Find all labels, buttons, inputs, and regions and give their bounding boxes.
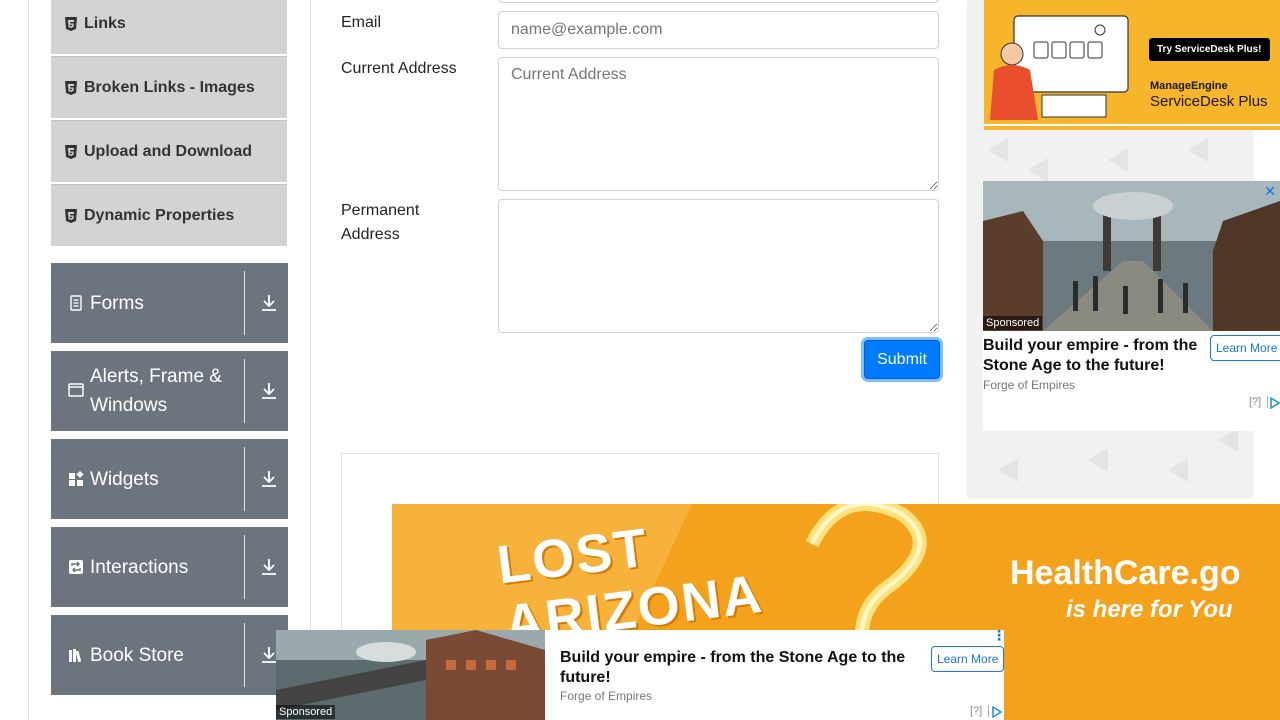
download-icon[interactable] [261,351,277,431]
forge-bottom-ad[interactable]: Sponsored Build your empire - from the S… [276,630,1004,720]
sidebar-item-label: Upload and Download [84,142,252,160]
forge-bottom-source: Forge of Empires [560,689,653,703]
sidebar-item-links[interactable]: Links [51,0,287,54]
sidebar-group-widgets[interactable]: Widgets [51,439,288,519]
forge-side-title[interactable]: Build your empire - from the Stone Age t… [983,336,1203,376]
group-label: Alerts, Frame & Windows [90,366,222,416]
sidebar-item-dynamic-properties[interactable]: Dynamic Properties [51,184,287,246]
group-label: Widgets [90,468,159,490]
servicedesk-ad[interactable]: Try ServiceDesk Plus! ManageEngine Servi… [984,0,1280,130]
banner-brand: HealthCare.go [1010,554,1241,592]
sidebar-group-alerts[interactable]: Alerts, Frame & Windows [51,351,288,431]
learn-more-button[interactable]: Learn More [931,646,1004,672]
current-address-field[interactable] [498,57,939,191]
group-divider [244,447,245,511]
document-icon [70,295,82,311]
group-divider [244,623,245,687]
interactions-icon [69,560,83,574]
adchoices-icon[interactable] [1267,396,1280,410]
banner-tagline: is here for You [1066,596,1233,623]
group-label: Interactions [90,556,189,578]
books-icon [69,649,82,663]
html5-icon [65,144,77,159]
download-icon[interactable] [261,263,277,343]
current-address-label: Current Address [341,60,457,77]
group-divider [244,359,245,423]
group-label: Forms [90,292,144,314]
group-label: Book Store [90,644,184,666]
servicedesk-brand: ManageEngine [1150,80,1228,92]
group-divider [244,535,245,599]
forge-ad-image [983,181,1280,331]
page: Links Broken Links - Images Upload and D… [0,0,1280,720]
sidebar-item-label: Links [84,14,126,32]
permanent-address-field[interactable] [498,199,939,333]
sponsored-label: Sponsored [983,316,1043,330]
sidebar-item-label: Broken Links - Images [84,78,255,96]
email-field[interactable] [498,11,939,49]
learn-more-button[interactable]: Learn More [1210,335,1280,361]
permanent-address-label: Permanent Address [341,202,420,243]
ad-info-link[interactable]: [?] [970,705,982,717]
adchoices-icon[interactable] [988,705,1003,719]
servicedesk-cta[interactable]: Try ServiceDesk Plus! [1149,38,1270,61]
ad-info-link[interactable]: [?] [1249,396,1261,408]
name-field-edge[interactable] [498,0,939,3]
sidebar-group-interactions[interactable]: Interactions [51,527,288,607]
sidebar-group-forms[interactable]: Forms [51,263,288,343]
forge-bottom-title[interactable]: Build your empire - from the Stone Age t… [560,648,920,688]
widgets-icon [69,471,84,486]
forge-side-ad[interactable]: Sponsored ✕ Build your empire - from the… [983,181,1280,431]
download-icon[interactable] [261,527,277,607]
sponsored-label: Sponsored [276,705,336,719]
sidebar-group-book-store[interactable]: Book Store [51,615,288,695]
email-label: Email [341,14,382,31]
sidebar-item-label: Dynamic Properties [84,206,235,224]
window-icon [68,383,84,397]
sidebar-item-broken-links[interactable]: Broken Links - Images [51,56,287,118]
close-icon[interactable]: ✕ [1264,183,1276,200]
submit-button[interactable]: Submit [864,340,940,379]
download-icon[interactable] [261,615,277,695]
sidebar: Links Broken Links - Images Upload and D… [28,0,311,720]
more-options-icon[interactable]: ⋮ [992,630,1004,642]
html5-icon [65,80,77,95]
servicedesk-product: ServiceDesk Plus [1150,93,1268,110]
sidebar-item-upload-download[interactable]: Upload and Download [51,120,287,182]
forge-side-source: Forge of Empires [983,378,1076,392]
html5-icon [65,208,77,223]
servicedesk-illustration [984,0,1280,130]
group-divider [244,271,245,335]
html5-icon [65,16,77,31]
download-icon[interactable] [261,439,277,519]
